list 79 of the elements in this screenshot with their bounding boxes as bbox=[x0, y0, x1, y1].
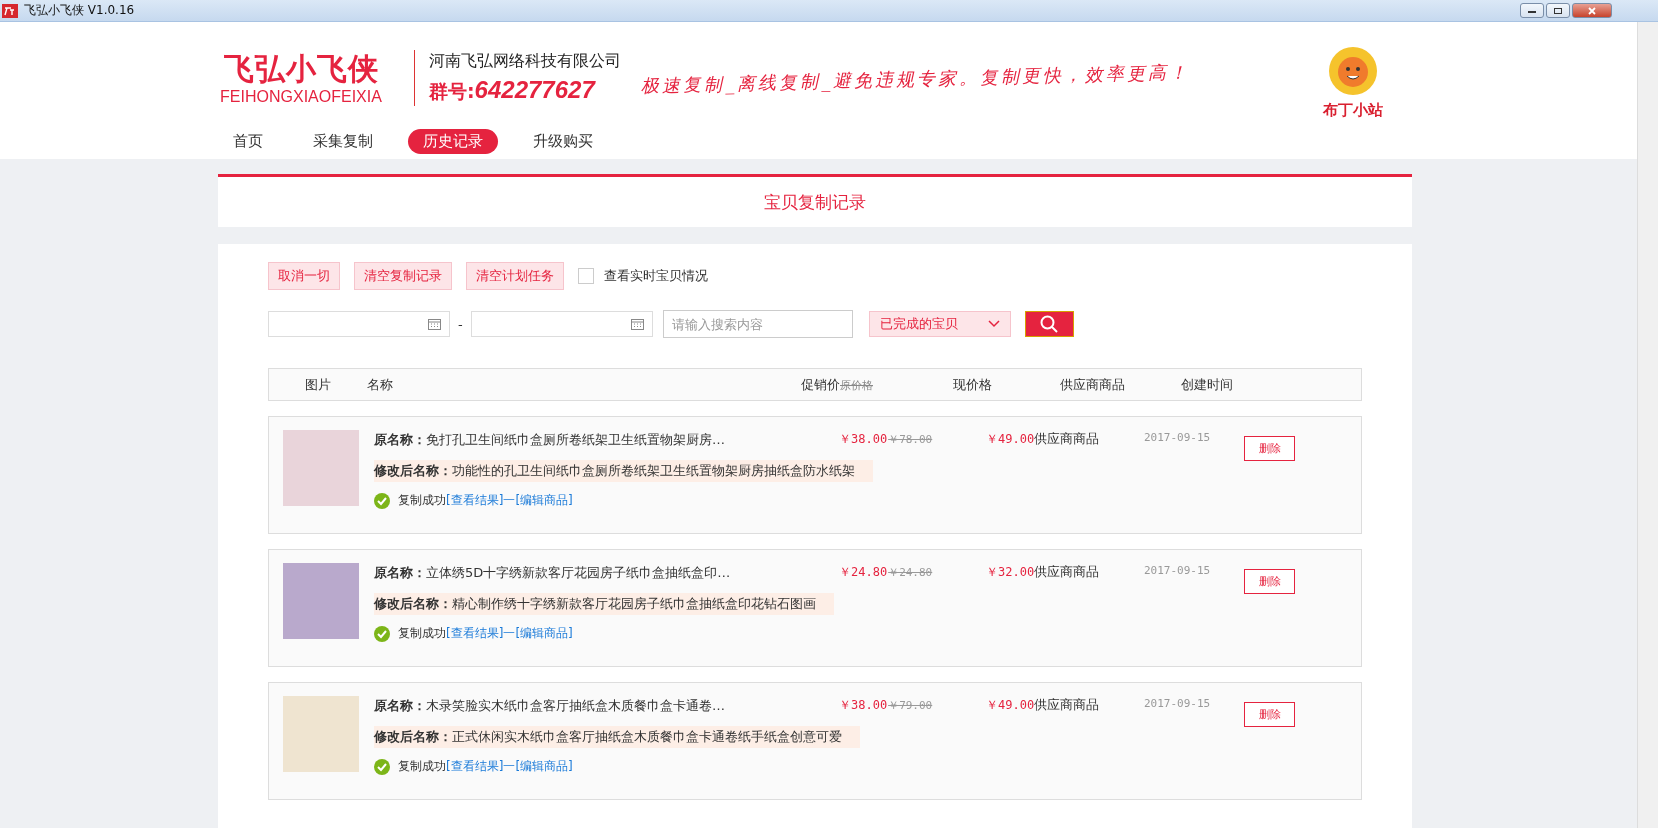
created-date: 2017-09-15 bbox=[1144, 696, 1212, 710]
status-text: 复制成功 bbox=[398, 625, 446, 642]
view-result-link[interactable]: [查看结果] bbox=[446, 758, 504, 775]
action-button[interactable]: 清空复制记录 bbox=[354, 262, 452, 290]
column-header: 供应商商品 bbox=[1058, 375, 1126, 394]
column-header: 名称 bbox=[367, 375, 394, 394]
checkbox[interactable] bbox=[578, 268, 594, 284]
original-name: 原名称：木录笑脸实木纸巾盒客厅抽纸盒木质餐巾盒卡通卷… bbox=[374, 697, 726, 715]
original-name: 原名称：免打孔卫生间纸巾盒厕所卷纸架卫生纸置物架厨房… bbox=[374, 431, 726, 449]
end-date-field[interactable] bbox=[470, 311, 653, 337]
edit-item-link[interactable]: [编辑商品] bbox=[515, 625, 573, 642]
logo-title: 飞弘小飞侠 bbox=[223, 50, 379, 88]
search-button[interactable] bbox=[1024, 311, 1074, 337]
modified-name: 修改后名称：精心制作绣十字绣新款客厅花园房子纸巾盒抽纸盒印花钻石图画 bbox=[374, 593, 834, 615]
nav-tab[interactable]: 采集复制 bbox=[298, 128, 388, 154]
success-icon bbox=[374, 492, 390, 509]
current-price: ￥49.00 bbox=[986, 697, 1034, 714]
checkbox-label: 查看实时宝贝情况 bbox=[604, 267, 708, 285]
maximize-button[interactable] bbox=[1546, 3, 1570, 18]
original-price: ￥79.00 bbox=[888, 698, 933, 713]
range-separator: - bbox=[458, 316, 463, 332]
original-price: ￥24.80 bbox=[888, 565, 933, 580]
calendar-icon[interactable] bbox=[428, 318, 441, 330]
supplier-cell-text: 供应商商品 bbox=[1034, 430, 1100, 448]
calendar-icon[interactable] bbox=[630, 318, 644, 330]
page-title: 宝贝复制记录 bbox=[764, 190, 866, 214]
group-label: 群号: bbox=[429, 79, 475, 104]
column-header: 创建时间 bbox=[1180, 375, 1234, 394]
column-header: 现价格 bbox=[951, 375, 993, 394]
delete-button[interactable]: 删除 bbox=[1244, 702, 1295, 727]
edit-item-link[interactable]: [编辑商品] bbox=[515, 492, 573, 509]
supplier-cell-text: 供应商商品 bbox=[1034, 696, 1100, 714]
created-date: 2017-09-15 bbox=[1144, 430, 1212, 444]
action-button[interactable]: 清空计划任务 bbox=[466, 262, 564, 290]
status-text: 复制成功 bbox=[398, 758, 446, 775]
caret-icon bbox=[987, 320, 1000, 328]
start-date-field[interactable] bbox=[268, 311, 450, 337]
group-number: 642277627 bbox=[474, 76, 595, 104]
original-price: ￥78.00 bbox=[888, 432, 933, 447]
nav-tab[interactable]: 历史记录 bbox=[408, 128, 498, 154]
user-name: 布丁小站 bbox=[1323, 100, 1383, 120]
column-header: 图片 bbox=[304, 375, 332, 394]
view-result-link[interactable]: [查看结果] bbox=[446, 625, 504, 642]
minimize-button[interactable] bbox=[1520, 3, 1544, 18]
edit-item-link[interactable]: [编辑商品] bbox=[515, 758, 573, 775]
column-header: 促销价原价格 bbox=[800, 375, 874, 394]
supplier-cell-text: 供应商商品 bbox=[1034, 563, 1100, 581]
promo-price: ￥38.00 bbox=[839, 697, 888, 714]
maximize-icon bbox=[1553, 6, 1563, 15]
current-price: ￥32.00 bbox=[986, 564, 1034, 581]
modified-name: 修改后名称：正式休闲实木纸巾盒客厅抽纸盒木质餐巾盒卡通卷纸手纸盒创意可爱 bbox=[374, 726, 860, 748]
original-name: 原名称：立体绣5D十字绣新款客厅花园房子纸巾盒抽纸盒印… bbox=[374, 564, 732, 582]
current-price: ￥49.00 bbox=[986, 431, 1034, 448]
status-dropdown[interactable]: 已完成的宝贝 bbox=[868, 311, 1011, 337]
close-icon bbox=[1587, 6, 1597, 15]
promo-price: ￥24.80 bbox=[839, 564, 888, 581]
avatar-icon[interactable] bbox=[1329, 46, 1377, 95]
modified-name: 修改后名称：功能性的孔卫生间纸巾盒厕所卷纸架卫生纸置物架厨房抽纸盒防水纸架 bbox=[374, 460, 873, 482]
window-title: 飞弘小飞侠 V1.0.16 bbox=[24, 2, 136, 19]
created-date: 2017-09-15 bbox=[1144, 563, 1212, 577]
logo-subtitle: FEIHONGXIAOFEIXIA bbox=[220, 88, 382, 106]
action-button[interactable]: 取消一切 bbox=[268, 262, 340, 290]
nav-tab[interactable]: 升级购买 bbox=[518, 128, 608, 154]
link-separator: 一 bbox=[503, 492, 516, 509]
link-separator: 一 bbox=[503, 625, 516, 642]
success-icon bbox=[374, 625, 390, 642]
slogan: 极速复制_离线复制_避免违规专家。复制更快，效率更高！ bbox=[640, 60, 1192, 99]
view-result-link[interactable]: [查看结果] bbox=[446, 492, 504, 509]
delete-button[interactable]: 删除 bbox=[1244, 436, 1295, 461]
close-button[interactable] bbox=[1572, 3, 1612, 18]
delete-button[interactable]: 删除 bbox=[1244, 569, 1295, 594]
nav-tab[interactable]: 首页 bbox=[218, 128, 278, 154]
search-field[interactable]: 请输入搜索内容 bbox=[662, 310, 853, 338]
promo-price: ￥38.00 bbox=[839, 431, 888, 448]
company-name: 河南飞弘网络科技有限公司 bbox=[429, 51, 621, 72]
link-separator: 一 bbox=[503, 758, 516, 775]
status-text: 复制成功 bbox=[398, 492, 446, 509]
search-icon bbox=[1040, 315, 1059, 333]
success-icon bbox=[374, 758, 390, 775]
